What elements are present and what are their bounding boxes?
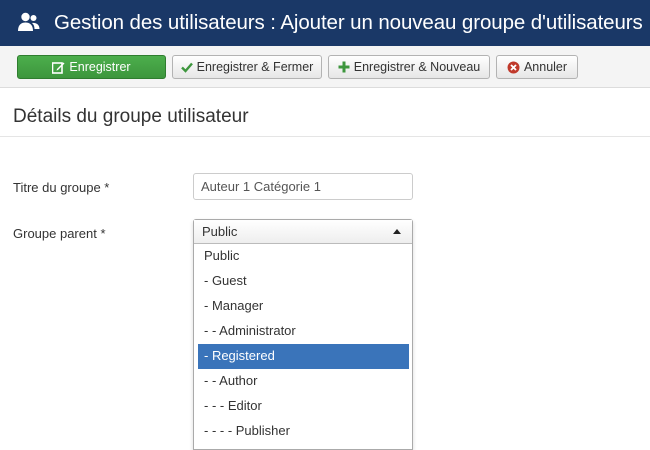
edit-icon — [52, 61, 65, 74]
dropdown-option[interactable]: - - - Editor — [198, 394, 409, 419]
parent-group-selected-value: Public — [202, 224, 238, 239]
dropdown-option[interactable]: Public — [198, 244, 409, 269]
parent-group-label: Groupe parent * — [13, 226, 106, 241]
group-title-label: Titre du groupe * — [13, 180, 110, 195]
parent-group-select[interactable]: Public — [194, 220, 412, 244]
checkmark-icon — [180, 61, 193, 73]
chevron-up-icon — [393, 229, 401, 234]
save-new-button-label: Enregistrer & Nouveau — [353, 60, 481, 74]
section-divider — [0, 136, 650, 137]
save-button[interactable]: Enregistrer — [17, 55, 166, 79]
page-header: Gestion des utilisateurs : Ajouter un no… — [0, 0, 650, 46]
dropdown-option[interactable]: - - Author — [198, 369, 409, 394]
users-icon — [17, 11, 41, 33]
group-title-input[interactable] — [193, 173, 413, 200]
cancel-button-label: Annuler — [523, 60, 568, 74]
parent-group-dropdown[interactable]: Public Public - Guest - Manager - - Admi… — [193, 219, 413, 450]
toolbar: Enregistrer Enregistrer & Fermer Enregis… — [0, 46, 650, 88]
save-new-button[interactable]: Enregistrer & Nouveau — [328, 55, 490, 79]
cancel-button[interactable]: Annuler — [496, 55, 578, 79]
dropdown-option[interactable]: - - - - Publisher — [198, 419, 409, 444]
dropdown-option[interactable]: - Guest — [198, 269, 409, 294]
plus-icon — [338, 61, 350, 73]
dropdown-option[interactable]: - Manager — [198, 294, 409, 319]
save-button-label: Enregistrer — [69, 60, 131, 74]
cancel-circle-icon — [507, 61, 520, 74]
save-close-button-label: Enregistrer & Fermer — [196, 60, 314, 74]
section-title: Détails du groupe utilisateur — [13, 106, 249, 127]
dropdown-option[interactable]: - - Administrator — [198, 319, 409, 344]
dropdown-option-highlighted[interactable]: - Registered — [198, 344, 409, 369]
page-title: Gestion des utilisateurs : Ajouter un no… — [54, 11, 643, 34]
save-close-button[interactable]: Enregistrer & Fermer — [172, 55, 322, 79]
